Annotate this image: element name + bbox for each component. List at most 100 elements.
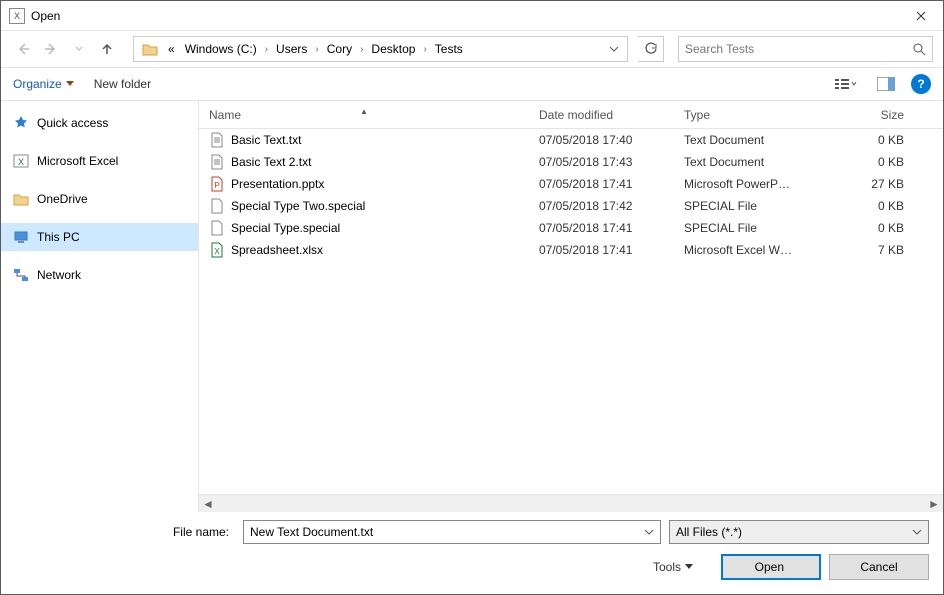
close-icon [916, 11, 926, 21]
chevron-right-icon: › [421, 44, 428, 55]
sidebar-item-this-pc[interactable]: This PC [1, 223, 198, 251]
file-row[interactable]: Special Type Two.special 07/05/2018 17:42… [199, 195, 943, 217]
text-file-icon [209, 154, 225, 170]
file-row[interactable]: Basic Text.txt 07/05/2018 17:40Text Docum… [199, 129, 943, 151]
chevron-right-icon: › [313, 44, 320, 55]
file-row[interactable]: XSpreadsheet.xlsx07/05/2018 17:41Microso… [199, 239, 943, 261]
sidebar-item-quick-access[interactable]: Quick access [1, 109, 198, 137]
caret-down-icon [685, 564, 693, 570]
column-headers: Name▲ Date modified Type Size [199, 101, 943, 129]
folder-icon [138, 42, 162, 56]
recent-dropdown[interactable] [67, 37, 91, 61]
breadcrumb-overflow[interactable]: « [164, 42, 179, 56]
file-type: SPECIAL File [674, 221, 834, 235]
sidebar-item-label: This PC [37, 230, 80, 244]
nav-toolbar: « Windows (C:)› Users› Cory› Desktop› Te… [1, 31, 943, 67]
sidebar-item-label: Microsoft Excel [37, 154, 118, 168]
search-placeholder: Search Tests [685, 42, 912, 56]
sidebar-item-network[interactable]: Network [1, 261, 198, 289]
sidebar-item-label: OneDrive [37, 192, 88, 206]
file-date: 07/05/2018 17:40 [529, 133, 674, 147]
up-button[interactable] [95, 37, 119, 61]
breadcrumb-seg-4[interactable]: Tests [431, 42, 467, 56]
close-button[interactable] [898, 1, 943, 30]
file-row[interactable]: Special Type.special 07/05/2018 17:41SPEC… [199, 217, 943, 239]
file-rows: Basic Text.txt 07/05/2018 17:40Text Docum… [199, 129, 943, 494]
breadcrumb[interactable]: « Windows (C:)› Users› Cory› Desktop› Te… [133, 36, 628, 62]
command-toolbar: Organize New folder ? [1, 67, 943, 101]
preview-pane-button[interactable] [871, 73, 901, 95]
file-date: 07/05/2018 17:42 [529, 199, 674, 213]
arrow-up-icon [100, 42, 114, 56]
search-input[interactable]: Search Tests [678, 36, 933, 62]
file-type: Text Document [674, 133, 834, 147]
column-date[interactable]: Date modified [529, 108, 674, 122]
search-icon [912, 42, 926, 56]
scroll-right-icon[interactable]: ► [925, 497, 943, 511]
refresh-icon [644, 42, 658, 56]
chevron-right-icon: › [263, 44, 270, 55]
view-options-button[interactable] [831, 73, 861, 95]
breadcrumb-seg-2[interactable]: Cory [323, 42, 356, 56]
chevron-down-icon [609, 46, 619, 52]
organize-menu[interactable]: Organize [13, 77, 74, 91]
file-type-filter[interactable]: All Files (*.*) [669, 520, 929, 544]
svg-text:X: X [18, 157, 24, 167]
preview-pane-icon [877, 77, 895, 91]
tools-menu[interactable]: Tools [653, 560, 693, 574]
chevron-right-icon: › [358, 44, 365, 55]
filename-input[interactable]: New Text Document.txt [243, 520, 661, 544]
open-dialog: X Open « Windows (C:)› Users› Cory› Desk… [0, 0, 944, 595]
text-file-icon [209, 132, 225, 148]
generic-file-icon [209, 220, 225, 236]
excel-file-icon: X [209, 242, 225, 258]
sidebar-item-microsoft-excel[interactable]: X Microsoft Excel [1, 147, 198, 175]
file-list-pane: Name▲ Date modified Type Size Basic Text… [199, 101, 943, 512]
file-size: 0 KB [834, 199, 914, 213]
new-folder-button[interactable]: New folder [94, 77, 151, 91]
file-type: Text Document [674, 155, 834, 169]
file-name: Special Type.special [231, 221, 340, 235]
column-size[interactable]: Size [834, 108, 914, 122]
file-date: 07/05/2018 17:41 [529, 221, 674, 235]
folder-icon [13, 191, 29, 207]
generic-file-icon [209, 198, 225, 214]
filename-label: File name: [15, 525, 235, 539]
file-row[interactable]: PPresentation.pptx07/05/2018 17:41Micros… [199, 173, 943, 195]
sidebar-item-onedrive[interactable]: OneDrive [1, 185, 198, 213]
column-name[interactable]: Name▲ [199, 108, 529, 122]
horizontal-scrollbar[interactable]: ◄ ► [199, 494, 943, 512]
file-name: Presentation.pptx [231, 177, 324, 191]
window-title: Open [31, 9, 60, 23]
help-icon: ? [917, 77, 924, 91]
file-size: 0 KB [834, 221, 914, 235]
file-name: Basic Text.txt [231, 133, 301, 147]
breadcrumb-dropdown[interactable] [605, 46, 623, 52]
scroll-track[interactable] [217, 496, 925, 512]
network-icon [13, 267, 29, 283]
arrow-left-icon [16, 42, 30, 56]
column-type[interactable]: Type [674, 108, 834, 122]
file-row[interactable]: Basic Text 2.txt07/05/2018 17:43Text Doc… [199, 151, 943, 173]
titlebar: X Open [1, 1, 943, 31]
cancel-button[interactable]: Cancel [829, 554, 929, 580]
file-date: 07/05/2018 17:41 [529, 243, 674, 257]
breadcrumb-seg-1[interactable]: Users [272, 42, 311, 56]
breadcrumb-seg-0[interactable]: Windows (C:) [181, 42, 261, 56]
refresh-button[interactable] [638, 36, 664, 62]
sidebar: Quick access X Microsoft Excel OneDrive This… [1, 101, 199, 512]
help-button[interactable]: ? [911, 74, 931, 94]
file-size: 27 KB [834, 177, 914, 191]
forward-button[interactable] [39, 37, 63, 61]
open-button[interactable]: Open [721, 554, 821, 580]
back-button[interactable] [11, 37, 35, 61]
svg-text:X: X [214, 247, 220, 256]
scroll-left-icon[interactable]: ◄ [199, 497, 217, 511]
file-name: Basic Text 2.txt [231, 155, 311, 169]
chevron-down-icon [644, 529, 654, 535]
excel-icon: X [13, 153, 29, 169]
file-date: 07/05/2018 17:41 [529, 177, 674, 191]
file-name: Special Type Two.special [231, 199, 365, 213]
dialog-footer: File name: New Text Document.txt All Fil… [1, 512, 943, 594]
breadcrumb-seg-3[interactable]: Desktop [367, 42, 419, 56]
